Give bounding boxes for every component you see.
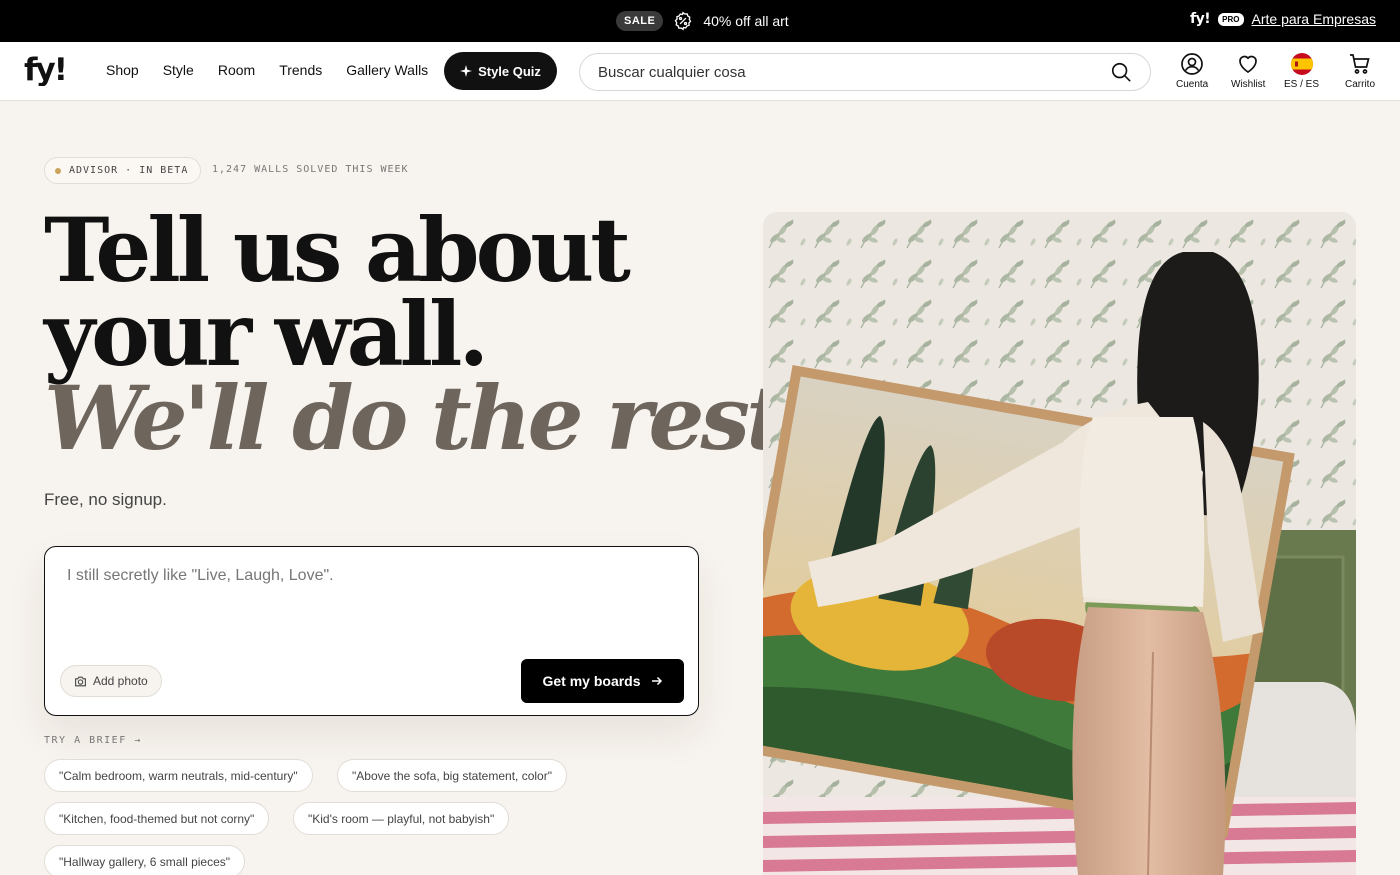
brand-logo[interactable]: fy! <box>24 54 82 86</box>
get-boards-label: Get my boards <box>542 673 641 689</box>
wishlist-label: Wishlist <box>1231 79 1266 90</box>
advisor-beta-badge: ADVISOR · IN BETA <box>44 157 202 184</box>
arrow-right-icon <box>651 676 662 686</box>
account-link[interactable]: Cuenta <box>1176 52 1208 90</box>
cart-label: Carrito <box>1345 79 1376 90</box>
hero-illustration <box>763 212 1356 875</box>
hero-photo <box>763 212 1356 875</box>
brief-suggestion-chip[interactable]: "Above the sofa, big statement, color" <box>337 759 567 792</box>
walls-solved-count: 1,247 WALLS SOLVED THIS WEEK <box>212 164 409 175</box>
sparkle-icon <box>460 65 473 77</box>
search-bar <box>579 53 1151 91</box>
nav-shop[interactable]: Shop <box>106 62 139 78</box>
heart-icon <box>1239 55 1258 73</box>
status-dot <box>55 167 61 174</box>
brief-suggestion-chip[interactable]: "Kid's room — playful, not babyish" <box>293 802 510 835</box>
style-quiz-button[interactable]: Style Quiz <box>444 52 557 90</box>
promo-text: 40% off all art <box>703 13 789 29</box>
spain-flag-icon <box>1290 53 1313 75</box>
add-photo-label: Add photo <box>93 674 148 688</box>
brief-suggestion-chip[interactable]: "Calm bedroom, warm neutrals, mid-centur… <box>44 759 313 792</box>
search-icon[interactable] <box>1110 61 1132 83</box>
promo-bar: SALE 40% off all art fy! PRO Arte para E… <box>0 0 1400 42</box>
headline-line-1: Tell us about <box>44 198 631 302</box>
percent-badge-icon <box>673 11 693 31</box>
cart-icon <box>1350 54 1370 74</box>
add-photo-button[interactable]: Add photo <box>60 665 162 697</box>
wishlist-link[interactable]: Wishlist <box>1231 52 1265 90</box>
account-label: Cuenta <box>1176 79 1209 90</box>
pro-business: fy! PRO Arte para Empresas <box>1190 11 1376 27</box>
nav-gallery-walls[interactable]: Gallery Walls <box>346 62 428 78</box>
beta-label: ADVISOR · IN BETA <box>69 165 189 176</box>
try-brief-label: TRY A BRIEF → <box>44 735 142 746</box>
site-header: fy! Shop Style Room Trends Gallery Walls… <box>0 42 1400 101</box>
brief-form: Add photo Get my boards <box>44 546 699 716</box>
brief-suggestion-chip[interactable]: "Hallway gallery, 6 small pieces" <box>44 845 246 875</box>
hero-subtitle: Free, no signup. <box>44 490 167 509</box>
headline-line-2: your wall. <box>44 282 489 386</box>
search-input[interactable] <box>598 63 1110 81</box>
locale-label: ES / ES <box>1284 79 1320 90</box>
brief-suggestion-chip[interactable]: "Kitchen, food-themed but not corny" <box>44 802 270 835</box>
nav-style[interactable]: Style <box>163 62 194 78</box>
cart-link[interactable]: Carrito <box>1345 52 1375 90</box>
nav-room[interactable]: Room <box>218 62 255 78</box>
logo-text: fy! <box>24 54 66 86</box>
hero-headline: Tell us about your wall. We'll do the re… <box>44 198 813 470</box>
main-nav: Shop Style Room Trends Gallery Walls <box>106 62 428 78</box>
get-my-boards-button[interactable]: Get my boards <box>521 659 684 703</box>
camera-icon <box>75 676 86 686</box>
locale-selector[interactable]: ES / ES <box>1284 52 1319 90</box>
pro-logo: fy! <box>1190 11 1211 27</box>
sale-badge: SALE <box>616 11 664 31</box>
headline-line-3: We'll do the rest. <box>44 366 813 470</box>
nav-trends[interactable]: Trends <box>279 62 322 78</box>
style-quiz-label: Style Quiz <box>478 63 541 79</box>
user-circle-icon <box>1181 53 1203 75</box>
business-link[interactable]: Arte para Empresas <box>1252 11 1377 27</box>
pro-badge: PRO <box>1218 12 1244 26</box>
brief-textarea[interactable] <box>67 567 677 647</box>
promo-offer[interactable]: SALE 40% off all art <box>616 10 789 32</box>
